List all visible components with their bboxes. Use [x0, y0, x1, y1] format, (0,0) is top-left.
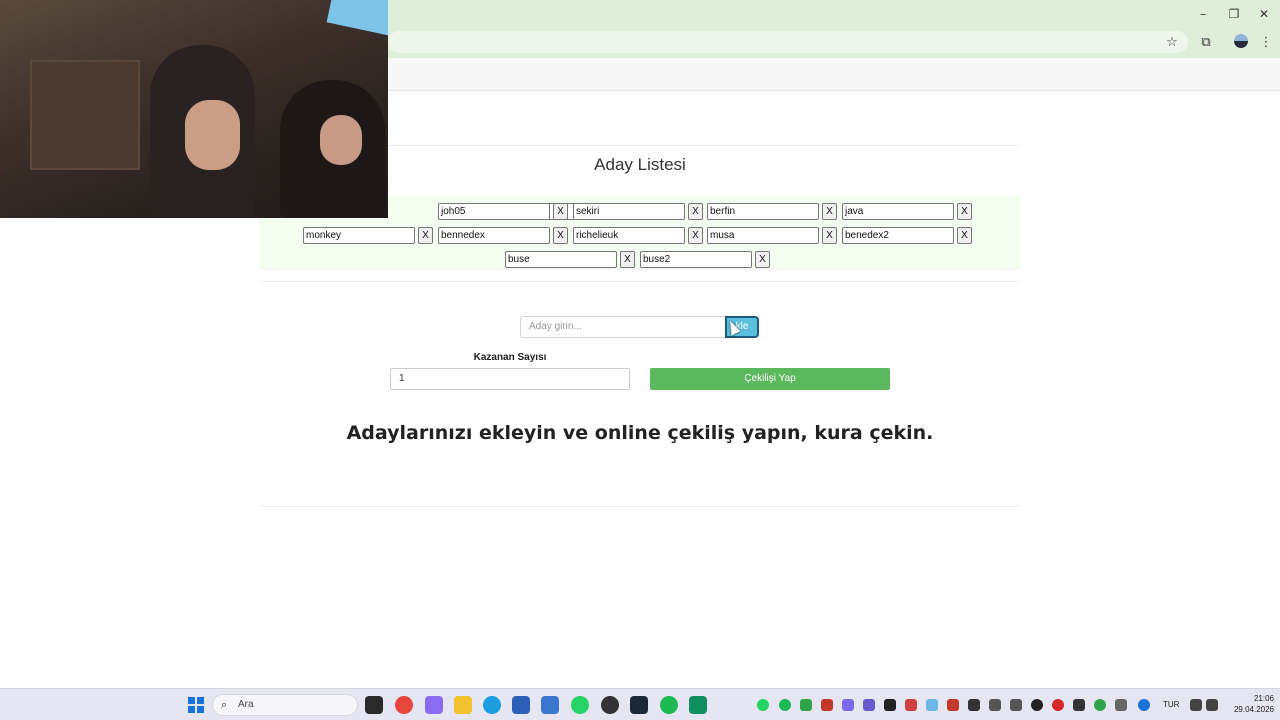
network-icon[interactable]: [1190, 699, 1202, 711]
webcam-overlay: [0, 0, 388, 218]
divider-bottom: [260, 506, 1020, 507]
windows-start-icon[interactable]: [188, 697, 204, 713]
candidate-name-field[interactable]: joh05: [438, 203, 550, 220]
candidate-name-field[interactable]: sekiri: [573, 203, 685, 220]
tray-shield-icon[interactable]: [926, 699, 938, 711]
taskbar-clock[interactable]: 21:06 29.04.2026: [1222, 693, 1274, 715]
remove-candidate-button[interactable]: X: [957, 203, 972, 220]
candidate-name-field[interactable]: richelieuk: [573, 227, 685, 244]
tray-app-icon[interactable]: [821, 699, 833, 711]
browser-menu-icon[interactable]: ⋮: [1256, 34, 1276, 52]
close-button[interactable]: ✕: [1250, 4, 1278, 24]
window-light: [326, 0, 388, 37]
spotify-icon[interactable]: [660, 696, 678, 714]
tray-xbox-icon[interactable]: [800, 699, 812, 711]
edge-icon[interactable]: [483, 696, 501, 714]
tray-app-icon[interactable]: [1010, 699, 1022, 711]
tray-nvidia-icon[interactable]: [884, 699, 896, 711]
profile-avatar[interactable]: [1234, 34, 1248, 48]
volume-icon[interactable]: [1206, 699, 1218, 711]
store-icon[interactable]: [512, 696, 530, 714]
tray-whatsapp-icon[interactable]: [757, 699, 769, 711]
winner-count-input[interactable]: 1: [390, 368, 630, 390]
language-indicator[interactable]: TUR: [1163, 700, 1179, 709]
winner-count-label: Kazanan Sayısı: [473, 352, 547, 363]
mail-icon[interactable]: [541, 696, 559, 714]
candidate-name-field[interactable]: monkey: [303, 227, 415, 244]
clock-date: 29.04.2026: [1233, 705, 1274, 714]
draw-button[interactable]: Çekilişi Yap: [650, 368, 890, 390]
file-explorer-icon[interactable]: [454, 696, 472, 714]
page-headline: Adaylarınızı ekleyin ve online çekiliş y…: [346, 422, 934, 444]
person-left-face: [185, 100, 240, 170]
bookmark-star-icon[interactable]: ☆: [1162, 34, 1182, 52]
tray-app-icon[interactable]: [1031, 699, 1043, 711]
maximize-button[interactable]: ❐: [1220, 4, 1248, 24]
remove-candidate-button[interactable]: X: [822, 227, 837, 244]
tray-discord-icon[interactable]: [842, 699, 854, 711]
taskbar-search-placeholder: Ara: [238, 699, 254, 710]
kick-icon[interactable]: [689, 696, 707, 714]
extensions-icon[interactable]: ⧉: [1196, 34, 1216, 52]
tray-spotify-icon[interactable]: [779, 699, 791, 711]
tray-app-icon[interactable]: [947, 699, 959, 711]
tray-app-icon[interactable]: [905, 699, 917, 711]
remove-candidate-button[interactable]: X: [822, 203, 837, 220]
candidate-name-field[interactable]: bennedex: [438, 227, 550, 244]
task-view-icon[interactable]: [365, 696, 383, 714]
whatsapp-icon[interactable]: [571, 696, 589, 714]
candidate-name-field[interactable]: buse2: [640, 251, 752, 268]
obs-icon[interactable]: [601, 696, 619, 714]
copilot-icon[interactable]: [425, 696, 443, 714]
tray-app-icon[interactable]: [989, 699, 1001, 711]
remove-candidate-button[interactable]: X: [957, 227, 972, 244]
background-shelf: [30, 60, 140, 170]
microphone-icon[interactable]: [1138, 699, 1150, 711]
tray-app-icon[interactable]: [968, 699, 980, 711]
person-right-face: [320, 115, 362, 165]
tray-usb-icon[interactable]: [1115, 699, 1127, 711]
remove-candidate-button[interactable]: X: [418, 227, 433, 244]
remove-candidate-button[interactable]: X: [755, 251, 770, 268]
chrome-icon[interactable]: [395, 696, 413, 714]
tray-app-icon[interactable]: [863, 699, 875, 711]
remove-candidate-button[interactable]: X: [688, 203, 703, 220]
taskbar-search-box[interactable]: ⌕ Ara: [212, 694, 358, 716]
address-bar[interactable]: [388, 31, 1188, 53]
tray-app-icon[interactable]: [1073, 699, 1085, 711]
candidate-name-field[interactable]: musa: [707, 227, 819, 244]
candidate-input[interactable]: Aday girin...: [520, 316, 726, 338]
minimize-button[interactable]: –: [1189, 4, 1217, 24]
candidate-name-field[interactable]: java: [842, 203, 954, 220]
candidate-name-field[interactable]: berfin: [707, 203, 819, 220]
candidate-name-field[interactable]: benedex2: [842, 227, 954, 244]
clock-time: 21:06: [1253, 694, 1274, 703]
remove-candidate-button[interactable]: X: [620, 251, 635, 268]
steam-icon[interactable]: [630, 696, 648, 714]
tray-record-icon[interactable]: [1052, 699, 1064, 711]
remove-candidate-button[interactable]: X: [553, 227, 568, 244]
divider-middle: [260, 281, 1020, 282]
windows-taskbar: ⌕ Ara TUR 21:06 29.04.2026: [0, 688, 1280, 720]
remove-candidate-button[interactable]: X: [553, 203, 568, 220]
search-icon: ⌕: [221, 698, 228, 711]
tray-app-icon[interactable]: [1094, 699, 1106, 711]
remove-candidate-button[interactable]: X: [688, 227, 703, 244]
candidate-name-field[interactable]: buse: [505, 251, 617, 268]
